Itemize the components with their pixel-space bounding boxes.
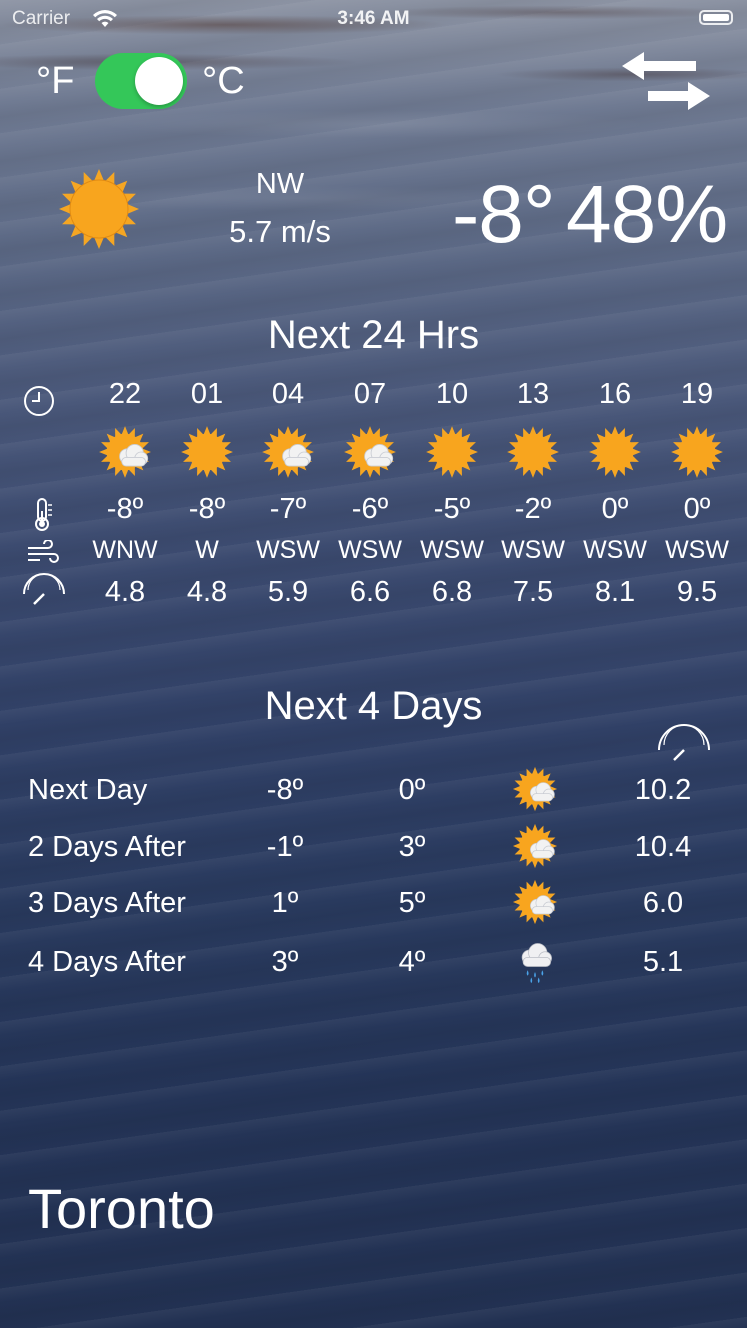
- hour-time: 22: [108, 378, 142, 410]
- hour-wind-direction: WSW: [501, 536, 565, 564]
- gauge-icon: [22, 572, 66, 611]
- day-low-temperature: 1º: [271, 887, 299, 919]
- current-wind-speed: 5.7 m/s: [229, 214, 331, 249]
- day-low-temperature: 3º: [271, 946, 299, 978]
- daily-row: 4 Days After 3º 4º 5.1: [0, 943, 747, 990]
- sun-icon: [656, 425, 738, 479]
- hour-wind-direction: WSW: [420, 536, 484, 564]
- hour-temperature: -8º: [188, 493, 226, 525]
- hour-wind-speed: 9.5: [676, 576, 718, 608]
- clock-icon: [22, 384, 56, 423]
- hour-wind-speed: 6.8: [431, 576, 473, 608]
- hour-wind-speed: 5.9: [267, 576, 309, 608]
- day-name: 3 Days After: [28, 887, 186, 919]
- wind-icon: [26, 539, 60, 571]
- partly-cloudy-icon: [512, 823, 560, 871]
- hour-wind-direction: WSW: [665, 536, 729, 564]
- daily-title: Next 4 Days: [264, 684, 483, 728]
- hour-time: 07: [353, 378, 387, 410]
- sun-icon: [574, 425, 656, 479]
- day-wind-speed: 10.2: [634, 774, 692, 806]
- day-low-temperature: -1º: [266, 831, 304, 863]
- hour-wind-speed: 4.8: [104, 576, 146, 608]
- hour-time: 19: [680, 378, 714, 410]
- day-name: 2 Days After: [28, 831, 186, 863]
- day-wind-speed: 6.0: [642, 887, 684, 919]
- current-weather-sun-icon: [58, 168, 140, 250]
- hour-time: 10: [435, 378, 469, 410]
- partly-cloudy-icon: [329, 425, 411, 479]
- day-high-temperature: 4º: [398, 946, 426, 978]
- hour-wind-speed: 4.8: [186, 576, 228, 608]
- sun-icon: [166, 425, 248, 479]
- toggle-knob: [135, 57, 183, 105]
- hour-temperature: -5º: [433, 493, 471, 525]
- hour-wind-direction: WSW: [338, 536, 402, 564]
- hour-time: 16: [598, 378, 632, 410]
- hour-time: 04: [271, 378, 305, 410]
- sun-icon: [411, 425, 493, 479]
- current-humidity: 48%: [566, 169, 728, 260]
- sun-icon: [492, 425, 574, 479]
- hour-wind-direction: WSW: [583, 536, 647, 564]
- daily-row: Next Day -8º 0º 10.2: [0, 766, 747, 818]
- daily-row: 3 Days After 1º 5º 6.0: [0, 879, 747, 931]
- hour-temperature: 0º: [683, 493, 711, 525]
- partly-cloudy-icon: [84, 425, 166, 479]
- day-wind-speed: 5.1: [642, 946, 684, 978]
- day-name: Next Day: [28, 774, 148, 806]
- hourly-title: Next 24 Hrs: [267, 313, 480, 357]
- hour-wind-direction: WSW: [256, 536, 320, 564]
- day-high-temperature: 0º: [398, 774, 426, 806]
- partly-cloudy-icon: [247, 425, 329, 479]
- day-name: 4 Days After: [28, 946, 186, 978]
- hour-wind-speed: 7.5: [512, 576, 554, 608]
- thermometer-icon: [30, 497, 54, 536]
- partly-cloudy-icon: [512, 879, 560, 927]
- weather-screen: Carrier 3:46 AM °F °C NW 5.7 m/s -8° 48%…: [0, 0, 747, 1328]
- hour-temperature: -7º: [269, 493, 307, 525]
- rain-cloud-icon: [512, 938, 560, 986]
- hour-wind-direction: W: [195, 536, 219, 564]
- hour-wind-direction: WNW: [92, 536, 158, 564]
- hour-temperature: -8º: [106, 493, 144, 525]
- hour-time: 13: [516, 378, 550, 410]
- unit-toggle[interactable]: [95, 53, 187, 109]
- status-bar: Carrier 3:46 AM: [0, 8, 747, 32]
- day-wind-speed: 10.4: [634, 831, 692, 863]
- current-temperature: -8°: [452, 169, 556, 260]
- hour-temperature: -6º: [351, 493, 389, 525]
- day-high-temperature: 3º: [398, 831, 426, 863]
- day-high-temperature: 5º: [398, 887, 426, 919]
- hour-wind-speed: 8.1: [594, 576, 636, 608]
- celsius-label: °C: [202, 60, 245, 102]
- gauge-icon: [656, 720, 712, 762]
- hour-wind-speed: 6.6: [349, 576, 391, 608]
- partly-cloudy-icon: [512, 766, 560, 814]
- hour-temperature: -2º: [514, 493, 552, 525]
- hour-time: 01: [190, 378, 224, 410]
- status-time: 3:46 AM: [337, 8, 410, 29]
- current-wind-direction: NW: [255, 168, 305, 200]
- city-name[interactable]: Toronto: [28, 1176, 215, 1241]
- swap-arrows-icon[interactable]: [618, 48, 714, 114]
- hour-temperature: 0º: [601, 493, 629, 525]
- fahrenheit-label: °F: [36, 60, 75, 102]
- day-low-temperature: -8º: [266, 774, 304, 806]
- daily-row: 2 Days After -1º 3º 10.4: [0, 823, 747, 875]
- battery-icon: [699, 10, 733, 25]
